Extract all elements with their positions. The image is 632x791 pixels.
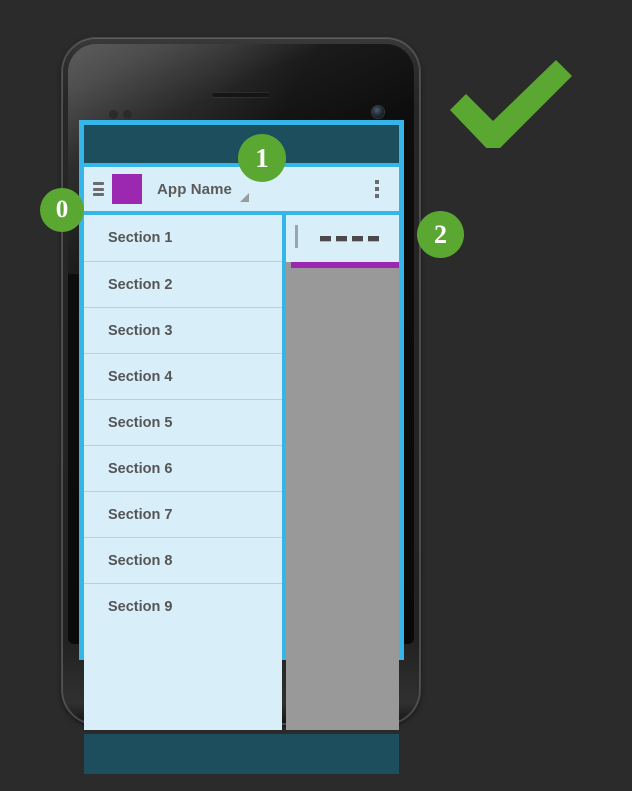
- list-item[interactable]: Section 7: [84, 491, 282, 537]
- list-item[interactable]: Section 6: [84, 445, 282, 491]
- section-label: Section 6: [108, 460, 173, 477]
- detail-pane: [286, 215, 399, 730]
- section-label: Section 9: [108, 598, 173, 615]
- list-item[interactable]: Section 4: [84, 353, 282, 399]
- phone-screen: App Name Section 1 Section 2 Section 3 S…: [79, 120, 404, 774]
- app-bar[interactable]: App Name: [84, 167, 399, 211]
- list-item[interactable]: Section 9: [84, 583, 282, 629]
- system-navigation-bar: [84, 734, 399, 774]
- focus-underline: [291, 262, 399, 268]
- list-item[interactable]: Section 2: [84, 261, 282, 307]
- app-logo-icon: [112, 174, 142, 204]
- list-item[interactable]: Section 3: [84, 307, 282, 353]
- list-item[interactable]: Section 8: [84, 537, 282, 583]
- section-label: Section 4: [108, 368, 173, 385]
- annotation-badge-1: 1: [238, 134, 286, 182]
- section-label: Section 7: [108, 506, 173, 523]
- placeholder-dashes-icon: [320, 236, 379, 241]
- section-label: Section 5: [108, 414, 173, 431]
- earpiece-speaker-icon: [212, 92, 270, 97]
- hamburger-menu-icon[interactable]: [93, 182, 104, 196]
- section-label: Section 8: [108, 552, 173, 569]
- annotation-badge-2: 2: [417, 211, 464, 258]
- checkmark-icon: [450, 60, 572, 148]
- detail-input-field[interactable]: [286, 215, 399, 262]
- app-title: App Name: [157, 180, 232, 198]
- annotation-badge-0: 0: [40, 188, 84, 232]
- front-camera-icon: [372, 106, 384, 118]
- section-label: Section 3: [108, 322, 173, 339]
- text-cursor: [295, 225, 298, 248]
- list-item[interactable]: Section 1: [84, 215, 282, 261]
- chevron-down-icon[interactable]: [239, 193, 249, 202]
- section-label: Section 2: [108, 276, 173, 293]
- proximity-sensor-icon: [109, 110, 118, 119]
- overflow-menu-icon[interactable]: [375, 180, 379, 198]
- section-label: Section 1: [108, 230, 173, 246]
- section-list[interactable]: Section 1 Section 2 Section 3 Section 4 …: [84, 215, 282, 730]
- light-sensor-icon: [123, 110, 132, 119]
- list-item[interactable]: Section 5: [84, 399, 282, 445]
